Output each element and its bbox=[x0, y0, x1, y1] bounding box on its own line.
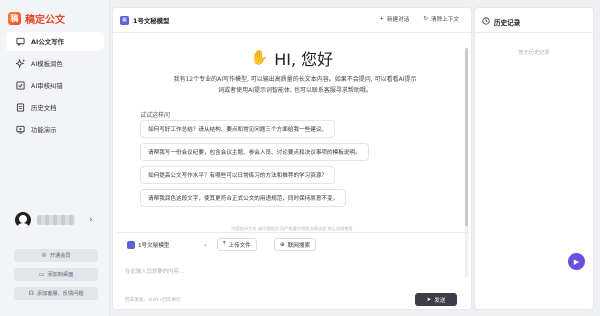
sidebar-item-label: 历史文档 bbox=[31, 104, 57, 112]
suggestion-chip[interactable]: 如何写好工作总结？请从结构、要点和常见问题三个方面给我一些建议。 bbox=[140, 120, 336, 138]
intro-line-1: 我有12个专业的AI写作模型, 可以输出高质量的长文本内容。如果不会提问, 可以… bbox=[173, 76, 417, 83]
check-icon bbox=[16, 81, 25, 90]
crown-icon: ♔ bbox=[41, 252, 47, 259]
sidebar-item-label: AI审核纠错 bbox=[31, 82, 63, 90]
history-title: 历史记录 bbox=[482, 17, 520, 27]
upload-label: 上传文件 bbox=[228, 242, 251, 249]
chevron-down-icon: ⌄ bbox=[202, 241, 208, 248]
chat-header: ▦ 1号文秘模型 + 新建对话 ↻ 清除上下文 bbox=[113, 8, 471, 32]
history-clock-icon bbox=[482, 17, 490, 27]
sidebar-item-label: AI公文写作 bbox=[31, 38, 64, 46]
history-title-label: 历史记录 bbox=[494, 19, 521, 27]
sidebar-item-review[interactable]: AI审核纠错 bbox=[6, 76, 104, 95]
vip-button[interactable]: ♔ 开通会员 bbox=[14, 249, 98, 262]
composer: 1号文秘模型 ⌄ ⤒ 上传文件 ⊕ 联网搜索 在此输入您想要的内容... 回车发… bbox=[117, 232, 469, 308]
scroll-thumb[interactable] bbox=[465, 48, 468, 226]
sidebar-item-label: 功能演示 bbox=[31, 126, 57, 134]
sparkle-icon bbox=[16, 59, 25, 68]
sidebar-nav: AI公文写作 AI模板润色 AI审核纠错 历史文档 功能演示 bbox=[6, 32, 104, 142]
avatar bbox=[15, 212, 31, 228]
sidebar-item-label: AI模板润色 bbox=[31, 60, 63, 68]
history-empty-text: 暂无历史记录 bbox=[518, 50, 550, 56]
chat-icon bbox=[16, 37, 25, 46]
send-icon: ➤ bbox=[426, 296, 432, 303]
model-select[interactable]: 1号文秘模型 ⌄ bbox=[121, 238, 213, 251]
vip-button-label: 开通会员 bbox=[49, 253, 71, 259]
app-logo[interactable]: 稿 稿定公文 bbox=[8, 11, 65, 26]
greeting: ✋ HI, 您好 bbox=[113, 46, 471, 70]
history-divider bbox=[475, 32, 593, 33]
logo-text: 稿定公文 bbox=[25, 14, 65, 26]
upload-icon: ⤒ bbox=[223, 241, 226, 247]
web-search-label: 联网搜索 bbox=[287, 242, 311, 249]
suggestion-chip[interactable]: 如何提高公文写作水平？有哪些可以日常练习的方法和推荐的学习资源？ bbox=[140, 166, 336, 184]
sidebar-item-history-docs[interactable]: 历史文档 bbox=[6, 98, 104, 117]
model-icon: ▦ bbox=[120, 15, 129, 25]
support-feedback-label: 添加客服、反馈问题 bbox=[36, 291, 84, 297]
try-asking-label: 试试这样问 bbox=[140, 112, 171, 119]
chevron-right-icon: › bbox=[89, 215, 93, 225]
play-circle-icon: ▶ bbox=[573, 257, 580, 266]
support-feedback-button[interactable]: ☊ 添加客服、反馈问题 bbox=[14, 287, 98, 300]
sidebar-item-ai-writing[interactable]: AI公文写作 bbox=[6, 32, 104, 51]
web-search-button[interactable]: ⊕ 联网搜索 bbox=[274, 238, 317, 251]
sidebar-item-template-polish[interactable]: AI模板润色 bbox=[6, 54, 104, 73]
globe-icon: ⊕ bbox=[280, 241, 285, 248]
floating-play-button[interactable]: ▶ bbox=[568, 253, 585, 270]
new-chat-button[interactable]: + 新建对话 bbox=[379, 15, 409, 23]
add-to-desktop-button[interactable]: ▭ 添加到桌面 bbox=[14, 268, 98, 281]
message-input[interactable]: 在此输入您想要的内容... bbox=[125, 267, 184, 275]
desktop-icon: ▭ bbox=[38, 271, 45, 278]
clear-context-button[interactable]: ↻ 清除上下文 bbox=[423, 15, 459, 23]
model-select-icon bbox=[127, 240, 135, 249]
send-hint: 回车发送，Shift+回车换行 bbox=[125, 298, 181, 303]
user-profile[interactable]: › bbox=[15, 212, 93, 228]
headset-icon: ☊ bbox=[28, 290, 34, 297]
send-label: 发送 bbox=[434, 297, 446, 304]
header-divider bbox=[113, 32, 471, 33]
sidebar-item-demo[interactable]: 功能演示 bbox=[6, 120, 104, 139]
refresh-icon: ↻ bbox=[423, 16, 429, 22]
new-chat-label: 新建对话 bbox=[386, 17, 410, 23]
play-icon bbox=[16, 125, 25, 134]
plus-icon: + bbox=[379, 16, 384, 22]
sidebar: 稿 稿定公文 AI公文写作 AI模板润色 AI审核纠错 历史文档 功能演示 › … bbox=[0, 0, 110, 316]
intro-line-2: 词或者使用AI提示词智能体, 也可以联系客服寻求帮助哦。 bbox=[218, 87, 372, 94]
intro-text: 我有12个专业的AI写作模型, 可以输出高质量的长文本内容。如果不会提问, 可以… bbox=[135, 74, 455, 96]
waving-hand-icon: ✋ bbox=[250, 50, 269, 66]
clear-context-label: 清除上下文 bbox=[431, 17, 459, 23]
chat-panel: ▦ 1号文秘模型 + 新建对话 ↻ 清除上下文 ✋ HI, 您好 我有12个专业… bbox=[112, 7, 472, 310]
model-select-value: 1号文秘模型 bbox=[138, 242, 170, 249]
suggestion-chip[interactable]: 请帮我写一份会议纪要，包含会议主题、参会人员、讨论要点和决议事项的模板说明。 bbox=[140, 143, 369, 161]
add-to-desktop-label: 添加到桌面 bbox=[47, 272, 74, 278]
user-name-redacted bbox=[37, 215, 75, 225]
logo-mark-icon: 稿 bbox=[8, 11, 21, 25]
upload-file-button[interactable]: ⤒ 上传文件 bbox=[217, 238, 257, 251]
suggestion-chip[interactable]: 请帮我润色这段文字，使其更符合正式公文的用语规范，同时保持原意不变。 bbox=[140, 189, 347, 207]
greeting-text: HI, 您好 bbox=[274, 50, 334, 69]
doc-icon bbox=[16, 103, 25, 112]
send-button[interactable]: ➤ 发送 bbox=[415, 293, 457, 306]
model-title: 1号文秘模型 bbox=[133, 16, 170, 25]
